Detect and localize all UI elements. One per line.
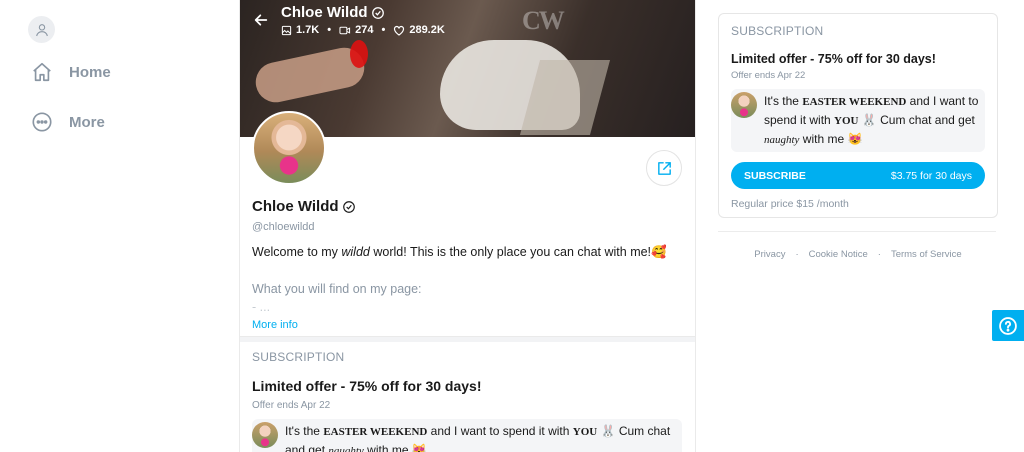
- left-nav: Home More: [28, 16, 208, 143]
- cookie-notice-link[interactable]: Cookie Notice: [809, 249, 868, 260]
- verified-icon: [342, 200, 355, 213]
- more-info-link[interactable]: More info: [252, 319, 682, 331]
- photo-icon: [281, 25, 292, 35]
- privacy-link[interactable]: Privacy: [754, 249, 785, 260]
- message-text: It's the EASTER WEEKEND and I want to sp…: [285, 424, 671, 452]
- photos-count: 1.7K: [296, 24, 320, 36]
- nav-home[interactable]: Home: [28, 51, 208, 93]
- help-button[interactable]: [992, 310, 1024, 341]
- profile-info: Chloe Wildd @chloewildd Welcome to my wi…: [252, 198, 682, 331]
- share-button[interactable]: [646, 150, 682, 186]
- verified-icon: [371, 6, 384, 19]
- cover-header: Chloe Wildd 1.7K • 274 • 289.2K: [250, 4, 445, 36]
- heart-icon: [394, 25, 405, 36]
- subscription-title: SUBSCRIPTION: [252, 350, 345, 364]
- subscribe-price: $3.75 for 30 days: [890, 169, 972, 182]
- footer-divider: [718, 231, 996, 232]
- profile-handle: @chloewildd: [252, 221, 315, 233]
- offer-ends: Offer ends Apr 22: [252, 400, 331, 411]
- card-message-text: It's the EASTER WEEKEND and I want to sp…: [764, 94, 979, 146]
- message-avatar: [252, 422, 278, 448]
- nav-home-label: Home: [69, 63, 111, 81]
- profile-bio: Welcome to my wildd world! This is the o…: [252, 245, 667, 259]
- subscribe-label: SUBSCRIBE: [744, 169, 806, 182]
- right-column: SUBSCRIPTION Limited offer - 75% off for…: [718, 13, 998, 260]
- section-divider: [240, 336, 695, 342]
- offer-message: It's the EASTER WEEKEND and I want to sp…: [252, 419, 682, 452]
- profile-bio-line3: - ...: [252, 300, 271, 314]
- card-offer-ends: Offer ends Apr 22: [731, 70, 806, 81]
- profile-avatar[interactable]: [252, 111, 326, 185]
- help-icon: [999, 316, 1017, 335]
- card-offer-message: It's the EASTER WEEKEND and I want to sp…: [731, 89, 985, 152]
- terms-link[interactable]: Terms of Service: [891, 249, 962, 260]
- subscription-card-title: SUBSCRIPTION: [731, 24, 824, 38]
- videos-count: 274: [355, 24, 374, 36]
- subscription-card: SUBSCRIPTION Limited offer - 75% off for…: [718, 13, 998, 218]
- share-icon: [657, 161, 671, 175]
- nav-more[interactable]: More: [28, 101, 208, 143]
- footer-links: Privacy · Cookie Notice · Terms of Servi…: [754, 249, 962, 260]
- video-icon: [339, 26, 351, 34]
- back-arrow-icon[interactable]: [250, 9, 272, 31]
- card-offer-title: Limited offer - 75% off for 30 days!: [731, 52, 936, 66]
- page: Home More CW Chloe Wildd 1.7K • 274 • 28…: [0, 0, 1024, 452]
- cover-name: Chloe Wildd: [281, 4, 368, 21]
- profile-name: Chloe Wildd: [252, 198, 339, 215]
- subscribe-button[interactable]: SUBSCRIBE $3.75 for 30 days: [731, 162, 985, 189]
- likes-count: 289.2K: [409, 24, 445, 36]
- message-avatar: [731, 92, 757, 118]
- regular-price: Regular price $15 /month: [731, 198, 849, 210]
- nav-more-label: More: [69, 113, 105, 131]
- user-icon: [35, 23, 48, 36]
- watermark-logo: CW: [522, 6, 565, 35]
- home-icon: [28, 58, 56, 86]
- offer-title: Limited offer - 75% off for 30 days!: [252, 378, 482, 394]
- more-icon: [28, 108, 56, 136]
- user-avatar[interactable]: [28, 16, 55, 43]
- profile-bio-line2: What you will find on my page:: [252, 282, 422, 296]
- profile-column: CW Chloe Wildd 1.7K • 274 • 289.2K Chloe…: [239, 0, 696, 452]
- subscription-section: SUBSCRIPTION Limited offer - 75% off for…: [252, 350, 682, 452]
